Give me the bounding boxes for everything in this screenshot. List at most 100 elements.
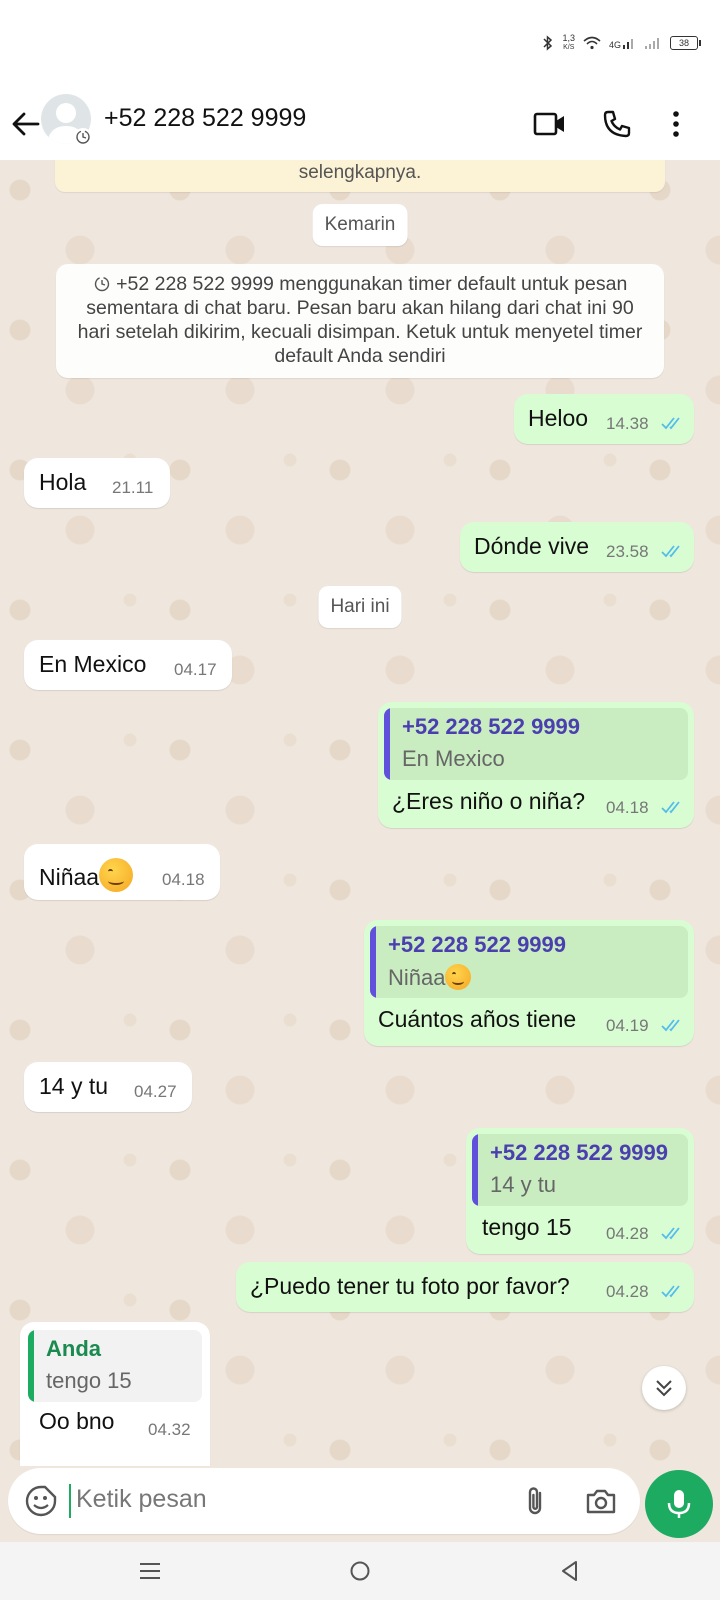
network-type: 4G [609,36,636,50]
message-time: 04.18 [606,798,649,817]
chat-header: +52 228 522 9999 [0,90,720,160]
message-bubble[interactable]: +52 228 522 9999 14 y tu tengo 15 04.28 [466,1128,694,1254]
contact-name[interactable]: +52 228 522 9999 [104,104,306,133]
message-time: 04.27 [134,1082,177,1101]
quote-sender: +52 228 522 9999 [402,714,581,739]
arrow-left-icon [12,112,40,136]
message-bubble[interactable]: Heloo 14.38 [514,394,694,444]
message-placeholder: Ketik pesan [76,1485,207,1513]
circle-home-icon [350,1561,370,1581]
message-text: ¿Puedo tener tu foto por favor? [250,1273,570,1299]
quote-text: tengo 15 [46,1368,132,1393]
message-bubble[interactable]: ¿Puedo tener tu foto por favor? 04.28 [236,1262,694,1312]
message-text: ¿Eres niño o niña? [392,788,586,814]
smiling-face-emoji [99,858,134,892]
message-text: Niñaa [39,858,134,892]
message-text: Cuántos años tiene [378,1006,577,1032]
chat-area[interactable]: selengkapnya. Kemarin +52 228 522 9999 m… [0,160,720,1466]
quote-bar [472,1134,478,1206]
message-bubble[interactable]: 14 y tu 04.27 [24,1062,192,1112]
timer-icon [94,276,109,292]
smiling-face-emoji [445,964,472,990]
video-camera-icon [533,112,564,136]
quote-bar [370,926,376,998]
sticker-emoji-icon[interactable] [24,1484,58,1518]
signal-icon-2 [645,38,659,49]
double-check-icon [661,1227,680,1240]
status-icons: 1,3 K/S 4G 38 [542,33,701,52]
network-speed: 1,3 K/S [562,33,575,52]
quoted-message[interactable]: +52 228 522 9999 En Mexico [384,708,688,780]
triangle-back-icon [562,1561,577,1581]
message-text: En Mexico [39,651,147,677]
home-button[interactable] [340,1554,380,1588]
notice-text: +52 228 522 9999 menggunakan timer defau… [77,273,643,367]
quoted-message[interactable]: +52 228 522 9999 14 y tu [472,1134,688,1206]
double-check-icon [661,801,680,814]
message-time: 04.28 [606,1224,649,1243]
encryption-banner[interactable]: selengkapnya. [55,160,665,192]
message-text: Oo bno [39,1408,115,1434]
message-time: 04.19 [606,1016,649,1035]
bluetooth-icon [543,35,553,51]
status-bar: 1,3 K/S 4G 38 [0,0,720,90]
quote-sender: Anda [46,1336,101,1361]
message-bubble[interactable]: En Mexico 04.17 [24,640,232,690]
message-bubble[interactable]: Niñaa 04.18 [24,844,220,900]
message-bubble[interactable]: Anda tengo 15 Oo bno 04.32 [20,1322,210,1466]
voice-message-button[interactable] [645,1470,713,1538]
video-call-button[interactable] [530,104,570,144]
message-text: Dónde vive [474,533,590,559]
back-nav-button[interactable] [550,1554,590,1588]
phone-icon [603,110,631,138]
camera-button[interactable] [582,1482,620,1520]
message-text: tengo 15 [482,1214,572,1240]
quoted-message[interactable]: Anda tengo 15 [28,1330,202,1402]
message-bubble[interactable]: +52 228 522 9999 Niñaa Cuántos años tien… [364,920,694,1046]
text-cursor [69,1484,71,1518]
disappearing-timer-icon [74,128,92,146]
message-time: 04.18 [162,870,205,889]
recent-apps-button[interactable] [130,1554,170,1588]
message-text: Hola [39,469,87,495]
back-button[interactable] [8,106,44,142]
double-check-icon [661,545,680,558]
message-composer: Ketik pesan [0,1466,720,1542]
scroll-to-bottom-button[interactable] [642,1366,686,1410]
message-text: 14 y tu [39,1073,109,1099]
double-chevron-down-icon [656,1380,672,1397]
quote-sender: +52 228 522 9999 [490,1140,669,1165]
message-input[interactable]: Ketik pesan [8,1468,640,1534]
microphone-icon [667,1490,691,1518]
message-time: 04.17 [174,660,217,679]
signal-icon [623,39,633,49]
disappearing-messages-notice[interactable]: +52 228 522 9999 menggunakan timer defau… [56,264,664,378]
menu-lines-icon [140,1563,160,1579]
quote-bar [384,708,390,780]
paperclip-icon [528,1487,542,1515]
system-nav-bar [0,1542,720,1600]
double-check-icon [661,417,680,430]
quote-bar [28,1330,34,1402]
message-time: 21.11 [112,478,154,497]
date-chip-today: Hari ini [318,586,402,628]
double-check-icon [661,1019,680,1032]
message-bubble[interactable]: +52 228 522 9999 En Mexico ¿Eres niño o … [378,702,694,828]
wifi-icon [583,36,601,50]
attach-button[interactable] [516,1482,554,1520]
message-time: 23.58 [606,542,649,561]
quote-sender: +52 228 522 9999 [388,932,567,957]
message-bubble[interactable]: Dónde vive 23.58 [460,522,694,572]
double-check-icon [661,1285,680,1298]
more-vertical-icon [673,111,679,137]
battery-icon: 38 [670,36,701,50]
voice-call-button[interactable] [597,104,637,144]
quoted-message[interactable]: +52 228 522 9999 Niñaa [370,926,688,998]
message-time: 14.38 [606,414,649,433]
message-bubble[interactable]: Hola 21.11 [24,458,170,508]
more-options-button[interactable] [656,104,696,144]
date-chip-yesterday: Kemarin [312,204,408,246]
message-text: Heloo [528,405,589,431]
banner-text: selengkapnya. [298,162,422,183]
message-time: 04.32 [148,1420,191,1439]
